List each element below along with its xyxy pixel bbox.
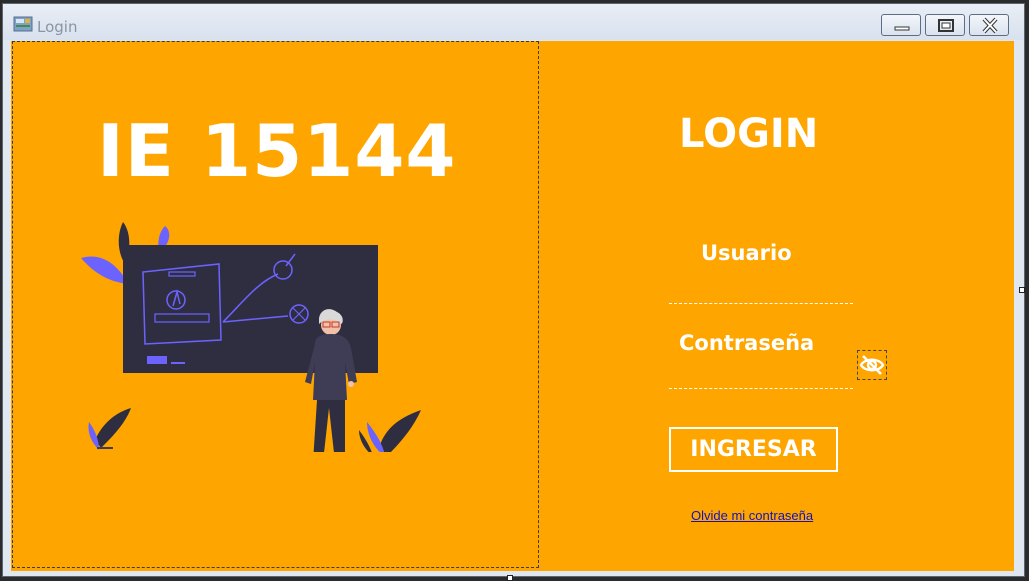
eye-off-icon [859, 355, 885, 375]
username-label: Usuario [701, 241, 792, 265]
username-input[interactable] [669, 279, 853, 304]
teacher-illustration [81, 222, 421, 452]
close-button[interactable] [969, 14, 1009, 36]
login-button[interactable]: INGRESAR [669, 427, 838, 472]
login-window: Login IE 15144 LOGIN Usuario Contraseña … [2, 3, 1025, 577]
login-title: LOGIN [679, 111, 819, 157]
brand-title: IE 15144 [97, 109, 457, 193]
maximize-button[interactable] [925, 14, 965, 36]
resize-handle-right[interactable] [1019, 287, 1025, 293]
window-title: Login [37, 18, 78, 36]
minimize-icon [894, 26, 910, 31]
password-input[interactable] [669, 364, 853, 389]
password-label: Contraseña [679, 331, 815, 355]
form-body: IE 15144 LOGIN Usuario Contraseña INGRES… [11, 41, 1014, 571]
app-icon [13, 16, 33, 34]
toggle-password-button[interactable] [857, 350, 887, 380]
maximize-icon [938, 19, 954, 32]
resize-handle-bottom[interactable] [507, 575, 513, 581]
title-bar[interactable]: Login [3, 4, 1024, 40]
right-panel: LOGIN Usuario Contraseña INGRESAR Olvide… [539, 41, 1014, 571]
left-panel: IE 15144 [12, 41, 539, 568]
forgot-password-link[interactable]: Olvide mi contraseña [691, 508, 813, 523]
minimize-button[interactable] [881, 14, 921, 36]
close-icon [982, 17, 998, 34]
